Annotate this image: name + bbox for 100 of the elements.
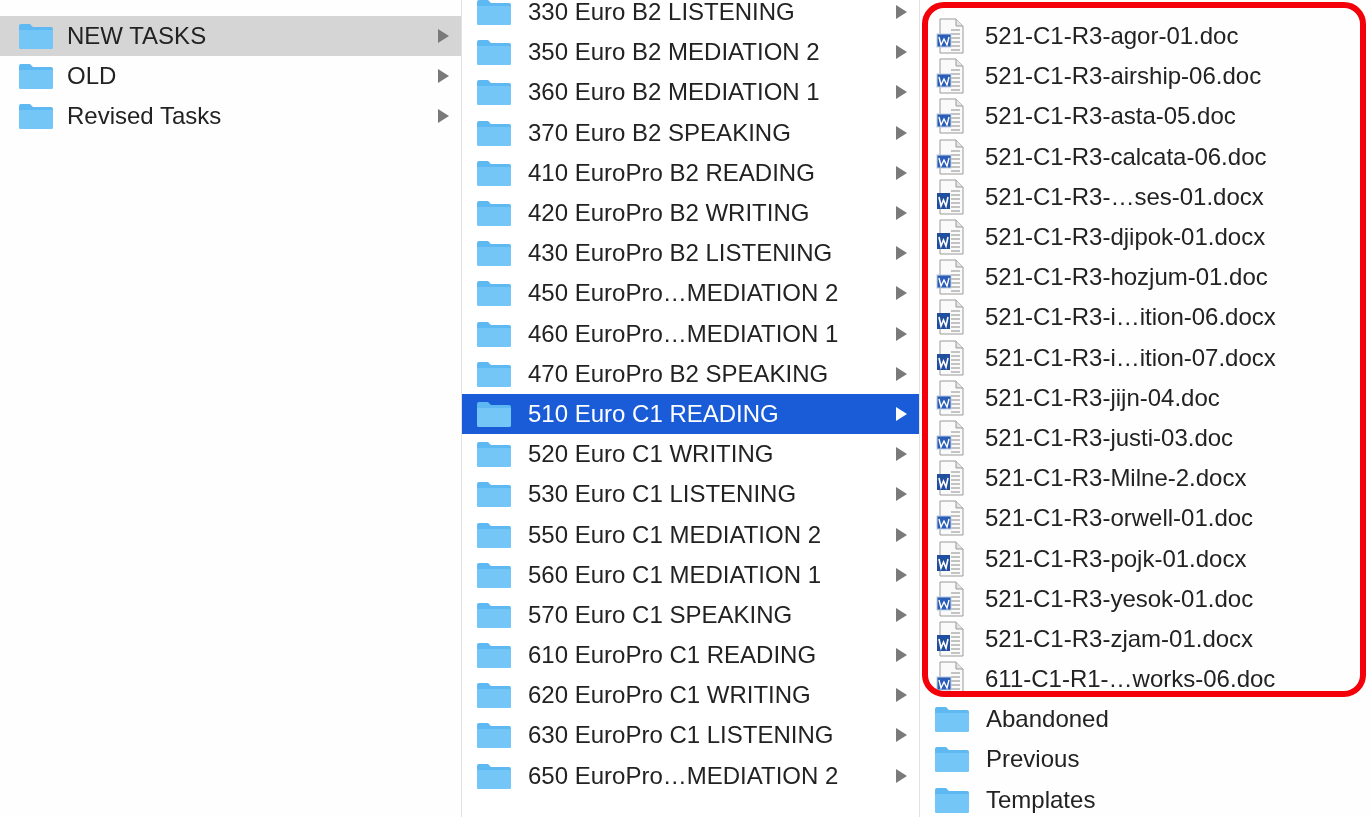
folder-icon xyxy=(476,761,512,790)
folder-name: 560 Euro C1 MEDIATION 1 xyxy=(528,560,822,589)
document-icon xyxy=(936,98,966,135)
folder-name: 550 Euro C1 MEDIATION 2 xyxy=(528,520,822,549)
file-row[interactable]: 521-C1-R3-i…ition-06.docx xyxy=(920,297,1370,338)
file-row[interactable]: 521-C1-R3-asta-05.doc xyxy=(920,96,1370,137)
folder-row[interactable]: 410 EuroPro B2 READING xyxy=(462,152,919,193)
document-icon xyxy=(936,419,966,456)
file-name: 521-C1-R3-orwell-01.doc xyxy=(985,504,1255,533)
disclosure-arrow-icon xyxy=(896,487,907,502)
folder-row[interactable]: 550 Euro C1 MEDIATION 2 xyxy=(462,514,919,555)
folder-row[interactable]: 360 Euro B2 MEDIATION 1 xyxy=(462,72,919,113)
file-name: 611-C1-R1-…works-06.doc xyxy=(985,665,1277,694)
folder-icon xyxy=(476,319,512,348)
folder-row[interactable]: OLD xyxy=(0,56,461,97)
folder-icon xyxy=(934,705,970,734)
folder-row[interactable]: 420 EuroPro B2 WRITING xyxy=(462,192,919,234)
file-row[interactable]: 521-C1-R3-jijn-04.doc xyxy=(920,377,1370,418)
folder-name: 430 EuroPro B2 LISTENING xyxy=(528,239,834,268)
disclosure-arrow-icon xyxy=(896,447,907,462)
file-name: 521-C1-R3-i…ition-07.docx xyxy=(985,343,1277,372)
folder-row[interactable]: 530 Euro C1 LISTENING xyxy=(462,474,919,515)
file-row[interactable]: 521-C1-R3-yesok-01.doc xyxy=(920,578,1370,619)
file-name: 521-C1-R3-hozjum-01.doc xyxy=(985,263,1269,292)
folder-icon xyxy=(476,641,512,670)
folder-name: 530 Euro C1 LISTENING xyxy=(528,480,798,509)
file-row[interactable]: 521-C1-R3-justi-03.doc xyxy=(920,417,1370,459)
document-icon xyxy=(936,219,966,256)
disclosure-arrow-icon xyxy=(896,728,907,743)
folder-row[interactable]: 370 Euro B2 SPEAKING xyxy=(462,112,919,153)
folder-name: 370 Euro B2 SPEAKING xyxy=(528,118,792,147)
folder-row[interactable]: 520 Euro C1 WRITING xyxy=(462,434,919,475)
folder-icon xyxy=(476,158,512,187)
folder-row[interactable]: Previous xyxy=(920,739,1370,780)
file-row[interactable]: 521-C1-R3-Milne-2.docx xyxy=(920,458,1370,499)
folder-row[interactable]: 620 EuroPro C1 WRITING xyxy=(462,675,919,716)
folder-icon xyxy=(476,279,512,308)
folder-row[interactable]: Templates xyxy=(920,779,1370,817)
folder-row[interactable]: 630 EuroPro C1 LISTENING xyxy=(462,715,919,756)
document-icon xyxy=(936,18,966,55)
file-row[interactable]: 521-C1-R3-agor-01.doc xyxy=(920,16,1370,57)
file-row[interactable]: 521-C1-R3-pojk-01.docx xyxy=(920,538,1370,579)
folder-row[interactable]: 330 Euro B2 LISTENING xyxy=(462,0,919,33)
folder-icon xyxy=(476,199,512,228)
folder-name: 360 Euro B2 MEDIATION 1 xyxy=(528,78,821,107)
disclosure-arrow-icon xyxy=(896,246,907,261)
document-icon xyxy=(936,178,966,215)
disclosure-arrow-icon xyxy=(896,5,907,20)
folder-row[interactable]: 460 EuroPro…MEDIATION 1 xyxy=(462,313,919,354)
folder-icon xyxy=(18,62,54,91)
folder-icon xyxy=(476,359,512,388)
folder-name: 330 Euro B2 LISTENING xyxy=(528,0,796,27)
folder-icon xyxy=(476,0,512,27)
folder-icon xyxy=(476,440,512,469)
disclosure-arrow-icon xyxy=(896,206,907,221)
folder-name: 630 EuroPro C1 LISTENING xyxy=(528,721,835,750)
file-row[interactable]: 611-C1-R1-…works-06.doc xyxy=(920,659,1370,700)
file-row[interactable]: 521-C1-R3-orwell-01.doc xyxy=(920,498,1370,539)
disclosure-arrow-icon xyxy=(438,69,449,84)
file-row[interactable]: 521-C1-R3-djipok-01.docx xyxy=(920,216,1370,258)
folder-row[interactable]: Abandoned xyxy=(920,699,1370,740)
document-icon xyxy=(936,259,966,296)
folder-icon xyxy=(476,721,512,750)
document-icon xyxy=(936,339,966,376)
disclosure-arrow-icon xyxy=(896,125,907,140)
file-name: 521-C1-R3-calcata-06.doc xyxy=(985,142,1268,171)
file-row[interactable]: 521-C1-R3-hozjum-01.doc xyxy=(920,257,1370,298)
file-name: 521-C1-R3-airship-06.doc xyxy=(985,62,1263,91)
folder-name: Abandoned xyxy=(986,705,1110,734)
folder-row[interactable]: 430 EuroPro B2 LISTENING xyxy=(462,233,919,274)
folder-row[interactable]: 470 EuroPro B2 SPEAKING xyxy=(462,353,919,394)
folder-name: 420 EuroPro B2 WRITING xyxy=(528,199,811,228)
folder-name: 450 EuroPro…MEDIATION 2 xyxy=(528,279,840,308)
folder-icon xyxy=(476,681,512,710)
folder-row[interactable]: 450 EuroPro…MEDIATION 2 xyxy=(462,273,919,314)
file-row[interactable]: 521-C1-R3-airship-06.doc xyxy=(920,56,1370,97)
folder-row[interactable]: 350 Euro B2 MEDIATION 2 xyxy=(462,32,919,73)
folder-row[interactable]: Revised Tasks xyxy=(0,96,461,137)
folder-row[interactable]: 510 Euro C1 READING xyxy=(462,393,919,435)
document-icon xyxy=(936,500,966,537)
file-name: 521-C1-R3-yesok-01.doc xyxy=(985,584,1255,613)
folder-row[interactable]: 650 EuroPro…MEDIATION 2 xyxy=(462,755,919,796)
document-icon xyxy=(936,299,966,336)
disclosure-arrow-icon xyxy=(896,85,907,100)
folder-icon xyxy=(18,22,54,51)
disclosure-arrow-icon xyxy=(896,688,907,703)
folder-icon xyxy=(476,78,512,107)
file-row[interactable]: 521-C1-R3-zjam-01.docx xyxy=(920,618,1370,659)
folder-row[interactable]: 570 Euro C1 SPEAKING xyxy=(462,594,919,635)
folder-icon xyxy=(476,480,512,509)
folder-row[interactable]: 560 Euro C1 MEDIATION 1 xyxy=(462,554,919,595)
file-name: 521-C1-R3-justi-03.doc xyxy=(985,423,1235,452)
folder-name: 410 EuroPro B2 READING xyxy=(528,158,816,187)
file-row[interactable]: 521-C1-R3-…ses-01.docx xyxy=(920,176,1370,217)
folder-name: 460 EuroPro…MEDIATION 1 xyxy=(528,319,840,348)
folder-icon xyxy=(476,38,512,67)
folder-row[interactable]: 610 EuroPro C1 READING xyxy=(462,635,919,676)
file-row[interactable]: 521-C1-R3-calcata-06.doc xyxy=(920,136,1370,177)
file-row[interactable]: 521-C1-R3-i…ition-07.docx xyxy=(920,337,1370,378)
folder-icon xyxy=(476,520,512,549)
